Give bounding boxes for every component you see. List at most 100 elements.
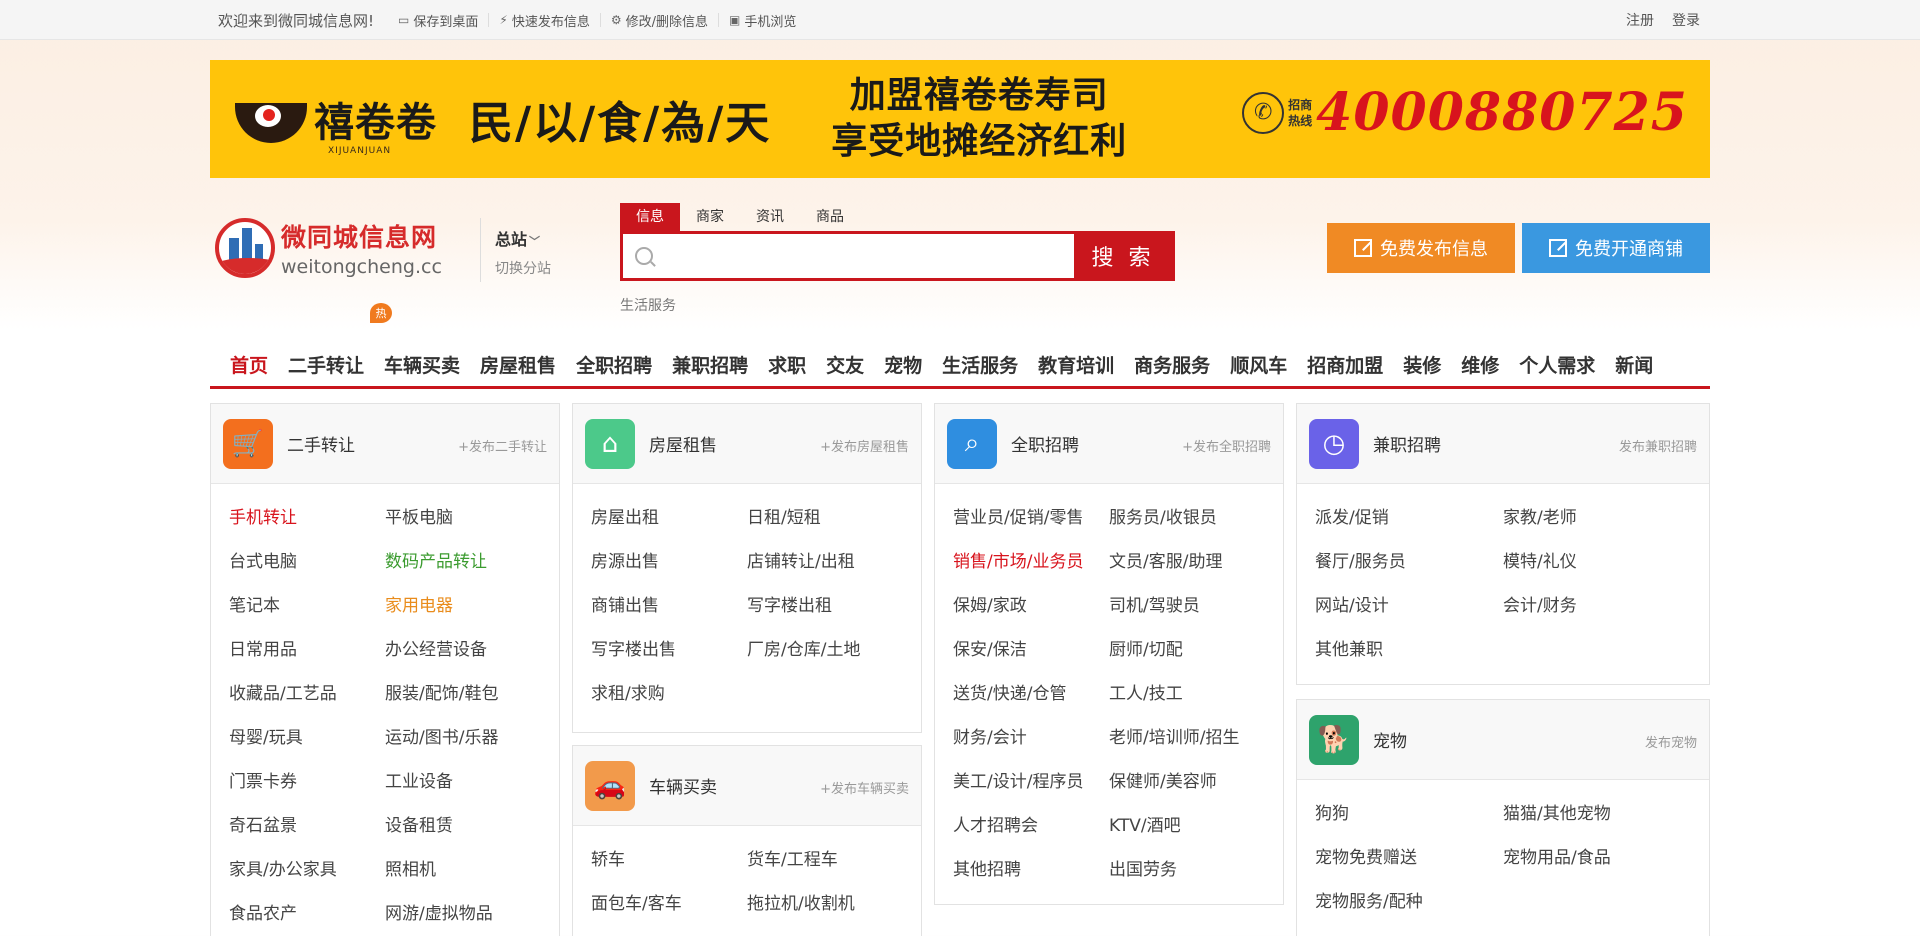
station-switcher[interactable]: 总站 ﹀ 切换分站 — [480, 218, 551, 282]
category-link[interactable]: 会计/财务 — [1503, 584, 1691, 628]
category-link[interactable]: 运动/图书/乐器 — [385, 716, 541, 760]
nav-item-housing[interactable]: 房屋租售 — [480, 351, 556, 378]
nav-item-secondhand[interactable]: 二手转让 — [288, 351, 364, 378]
nav-item-franchise[interactable]: 招商加盟 — [1307, 351, 1383, 378]
category-link[interactable]: 面包车/客车 — [591, 882, 747, 926]
category-link[interactable]: 厨师/切配 — [1109, 628, 1265, 672]
nav-item-vehicles[interactable]: 车辆买卖 — [384, 351, 460, 378]
category-link[interactable]: 写字楼出售 — [591, 628, 747, 672]
category-link[interactable]: 写字楼出租 — [747, 584, 903, 628]
category-link[interactable]: 其他兼职 — [1315, 628, 1503, 672]
category-link[interactable]: 模特/礼仪 — [1503, 540, 1691, 584]
category-link[interactable]: 门票卡券 — [229, 760, 385, 804]
category-link[interactable]: 数码产品转让 — [385, 540, 541, 584]
nav-item-fulltime[interactable]: 全职招聘 — [576, 351, 652, 378]
switch-station-link[interactable]: 切换分站 — [495, 258, 551, 278]
nav-item-repair[interactable]: 维修 — [1461, 351, 1499, 378]
category-link[interactable]: 房屋出租 — [591, 496, 747, 540]
category-link[interactable]: 服务员/收银员 — [1109, 496, 1265, 540]
category-link[interactable]: 老师/培训师/招生 — [1109, 716, 1265, 760]
category-link[interactable]: 销售/市场/业务员 — [953, 540, 1109, 584]
search-tab-merchant[interactable]: 商家 — [680, 203, 740, 231]
category-link[interactable]: 文员/客服/助理 — [1109, 540, 1265, 584]
mobile-browse-link[interactable]: ▣ 手机浏览 — [717, 13, 806, 30]
category-link[interactable]: 派发/促销 — [1315, 496, 1503, 540]
category-link[interactable]: 司机/驾驶员 — [1109, 584, 1265, 628]
category-link[interactable]: 笔记本 — [229, 584, 385, 628]
search-tab-info[interactable]: 信息 — [620, 203, 680, 231]
category-link[interactable]: 宠物服务/配种 — [1315, 880, 1503, 924]
save-to-desktop-link[interactable]: ▭ 保存到桌面 — [388, 13, 488, 30]
category-link[interactable]: 店铺转让/出租 — [747, 540, 903, 584]
category-link[interactable]: 猫猫/其他宠物 — [1503, 792, 1691, 836]
open-shop-button[interactable]: 免费开通商铺 — [1522, 223, 1710, 273]
category-link[interactable]: 宠物免费赠送 — [1315, 836, 1503, 880]
nav-item-home[interactable]: 首页 — [230, 351, 268, 378]
category-link[interactable]: 手机转让 — [229, 496, 385, 540]
category-link[interactable]: 网站/设计 — [1315, 584, 1503, 628]
category-link[interactable]: 网游/虚拟物品 — [385, 892, 541, 936]
category-link[interactable]: 求租/求购 — [591, 672, 747, 716]
category-link[interactable]: 收藏品/工艺品 — [229, 672, 385, 716]
category-link[interactable]: 其他招聘 — [953, 848, 1109, 892]
category-link[interactable]: 工业设备 — [385, 760, 541, 804]
post-secondhand-link[interactable]: +发布二手转让 — [458, 436, 547, 455]
category-link[interactable]: 照相机 — [385, 848, 541, 892]
post-fulltime-link[interactable]: +发布全职招聘 — [1182, 436, 1271, 455]
category-link[interactable]: 母婴/玩具 — [229, 716, 385, 760]
nav-item-education[interactable]: 教育培训 — [1038, 351, 1114, 378]
category-link[interactable]: 餐厅/服务员 — [1315, 540, 1503, 584]
category-link[interactable]: 日租/短租 — [747, 496, 903, 540]
post-info-button[interactable]: 免费发布信息 — [1327, 223, 1515, 273]
nav-item-pets[interactable]: 宠物 — [884, 351, 922, 378]
category-link[interactable]: 宠物用品/食品 — [1503, 836, 1691, 880]
category-link[interactable]: 拖拉机/收割机 — [747, 882, 903, 926]
login-link[interactable]: 登录 — [1672, 10, 1700, 30]
nav-item-life[interactable]: 生活服务 — [942, 351, 1018, 378]
quick-post-link[interactable]: ⚡ 快速发布信息 — [488, 13, 599, 30]
post-parttime-link[interactable]: 发布兼职招聘 — [1619, 436, 1697, 455]
post-housing-link[interactable]: +发布房屋租售 — [820, 436, 909, 455]
category-link[interactable]: 轿车 — [591, 838, 747, 882]
nav-item-dating[interactable]: 交友 — [826, 351, 864, 378]
category-link[interactable]: 货车/工程车 — [747, 838, 903, 882]
category-link[interactable]: 家用电器 — [385, 584, 541, 628]
category-link[interactable]: 平板电脑 — [385, 496, 541, 540]
category-link[interactable]: 家教/老师 — [1503, 496, 1691, 540]
category-link[interactable]: 营业员/促销/零售 — [953, 496, 1109, 540]
category-link[interactable]: 办公经营设备 — [385, 628, 541, 672]
search-tab-goods[interactable]: 商品 — [800, 203, 860, 231]
category-link[interactable]: 人才招聘会 — [953, 804, 1109, 848]
category-link[interactable]: 日常用品 — [229, 628, 385, 672]
category-link[interactable]: 保安/保洁 — [953, 628, 1109, 672]
category-link[interactable]: 奇石盆景 — [229, 804, 385, 848]
nav-item-news[interactable]: 新闻 — [1615, 351, 1653, 378]
nav-item-business[interactable]: 商务服务 — [1134, 351, 1210, 378]
nav-item-parttime[interactable]: 兼职招聘 — [672, 351, 748, 378]
category-link[interactable]: 保健师/美容师 — [1109, 760, 1265, 804]
nav-item-decoration[interactable]: 装修 — [1403, 351, 1441, 378]
nav-item-rideshare[interactable]: 顺风车 — [1230, 351, 1287, 378]
post-vehicles-link[interactable]: +发布车辆买卖 — [820, 778, 909, 797]
ad-banner[interactable]: 禧卷卷 XIJUANJUAN 民/以/食/為/天 加盟禧卷卷寿司 享受地摊经济红… — [210, 60, 1710, 178]
search-button[interactable]: 搜 索 — [1074, 234, 1172, 278]
search-hint-link[interactable]: 生活服务 — [620, 295, 1175, 315]
category-link[interactable]: 台式电脑 — [229, 540, 385, 584]
search-input[interactable] — [653, 234, 1074, 278]
category-link[interactable]: 食品农产 — [229, 892, 385, 936]
category-link[interactable]: 厂房/仓库/土地 — [747, 628, 903, 672]
category-link[interactable]: 保姆/家政 — [953, 584, 1109, 628]
category-link[interactable]: 设备租赁 — [385, 804, 541, 848]
category-link[interactable]: 财务/会计 — [953, 716, 1109, 760]
category-link[interactable]: 房源出售 — [591, 540, 747, 584]
category-link[interactable]: 家具/办公家具 — [229, 848, 385, 892]
category-link[interactable]: 工人/技工 — [1109, 672, 1265, 716]
site-logo[interactable]: 微同城信息网 weitongcheng.cc — [215, 218, 442, 278]
nav-item-personal[interactable]: 个人需求 — [1519, 351, 1595, 378]
category-link[interactable]: 美工/设计/程序员 — [953, 760, 1109, 804]
category-link[interactable]: KTV/酒吧 — [1109, 804, 1265, 848]
category-link[interactable]: 服装/配饰/鞋包 — [385, 672, 541, 716]
category-link[interactable]: 狗狗 — [1315, 792, 1503, 836]
category-link[interactable]: 出国劳务 — [1109, 848, 1265, 892]
nav-item-jobseek[interactable]: 求职 — [768, 351, 806, 378]
